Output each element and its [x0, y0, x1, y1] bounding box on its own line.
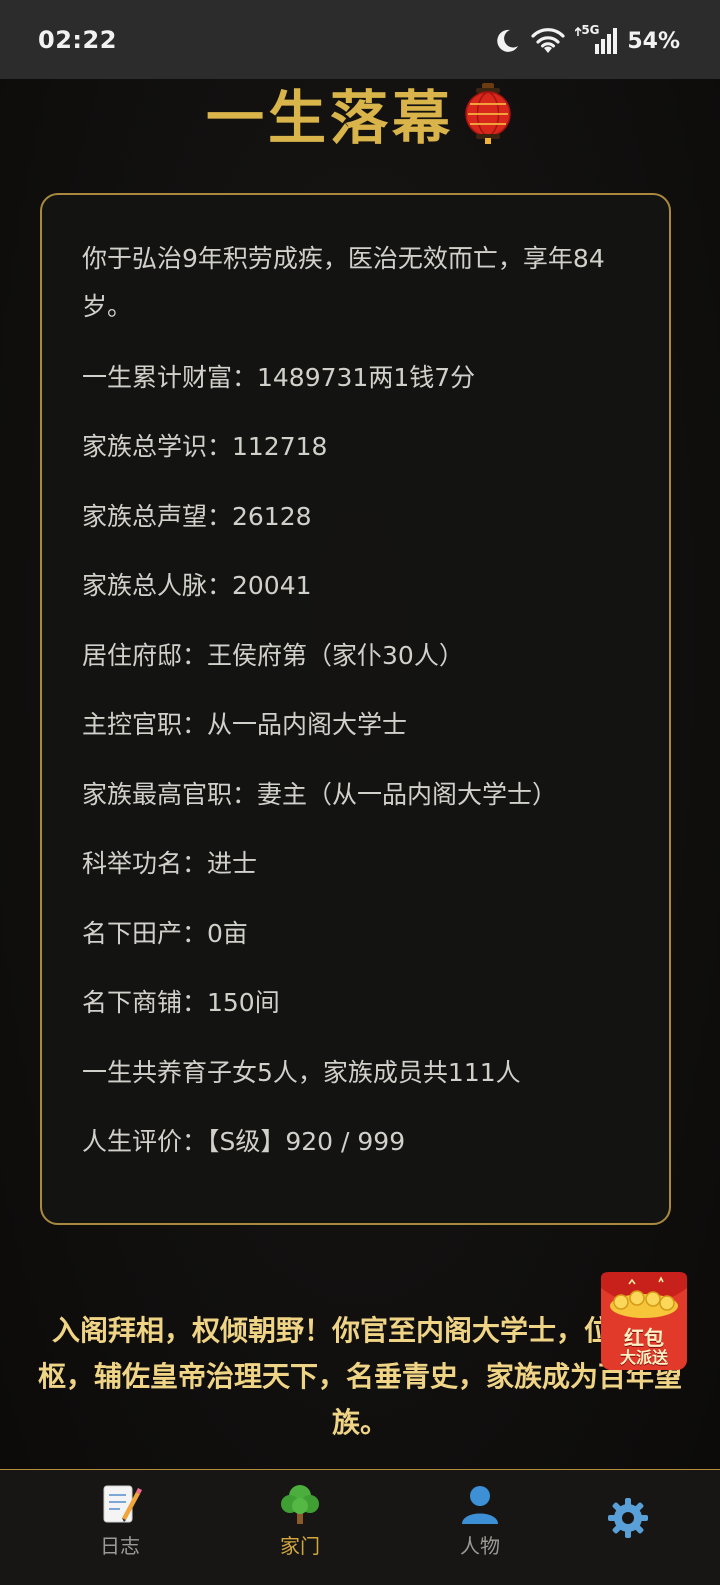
- moon-icon: [497, 29, 519, 52]
- epitaph-text: 入阁拜相，权倾朝野！你官至内阁大学士，位列中枢，辅佐皇帝治理天下，名垂青史，家族…: [37, 1314, 682, 1439]
- summary-death-line: 你于弘治9年积劳成疾，医治无效而亡，享年84岁。: [82, 244, 605, 321]
- lantern-icon: [465, 83, 511, 144]
- page-title: 一生落幕: [205, 84, 454, 152]
- summary-rating: 人生评价：【S级】920 / 999: [82, 1127, 406, 1156]
- nav-label-family: 家门: [280, 1534, 320, 1558]
- summary-farmland: 名下田产：0亩: [82, 919, 248, 948]
- status-icons: 5G 54%: [491, 23, 680, 58]
- nav-item-family[interactable]: 家门: [240, 1482, 360, 1562]
- nav-item-journal[interactable]: 日志: [60, 1482, 180, 1562]
- red-packet-button[interactable]: 红包 大派送: [599, 1272, 689, 1372]
- tree-icon: [281, 1485, 319, 1524]
- bottom-navigation: 日志 家门 人物: [0, 1469, 720, 1585]
- title-row: 一生落幕: [0, 78, 720, 152]
- nav-item-settings[interactable]: [568, 1482, 688, 1562]
- summary-shops: 名下商铺：150间: [82, 988, 280, 1017]
- summary-wealth: 一生累计财富：1489731两1钱7分: [82, 363, 476, 392]
- wifi-icon: [531, 28, 565, 53]
- summary-connections: 家族总人脉：20041: [82, 571, 312, 600]
- summary-family: 一生共养育子女5人，家族成员共111人: [82, 1058, 521, 1087]
- status-time: 02:22: [38, 26, 117, 54]
- status-bar: 02:22 5G 54%: [0, 0, 720, 79]
- life-summary-card: 你于弘治9年积劳成疾，医治无效而亡，享年84岁。 一生累计财富：1489731两…: [40, 193, 671, 1225]
- summary-highest-office: 家族最高官职：妻主（从一品内阁大学士）: [82, 780, 558, 809]
- gear-icon: [608, 1498, 648, 1538]
- nav-item-people[interactable]: 人物: [420, 1482, 540, 1562]
- red-packet-sublabel: 大派送: [619, 1348, 668, 1367]
- signal-icon: 5G: [575, 23, 618, 56]
- nav-label-people: 人物: [460, 1534, 500, 1558]
- battery-percentage: 54%: [627, 28, 680, 54]
- nav-label-journal: 日志: [100, 1534, 140, 1558]
- memo-icon: [103, 1485, 142, 1523]
- summary-exam-rank: 科举功名：进士: [82, 849, 258, 878]
- summary-main-office: 主控官职：从一品内阁大学士: [82, 710, 408, 739]
- person-icon: [462, 1486, 498, 1524]
- summary-residence: 居住府邸：王侯府第（家仆30人）: [82, 641, 464, 670]
- summary-prestige: 家族总声望：26128: [82, 502, 312, 531]
- summary-knowledge: 家族总学识：112718: [82, 432, 328, 461]
